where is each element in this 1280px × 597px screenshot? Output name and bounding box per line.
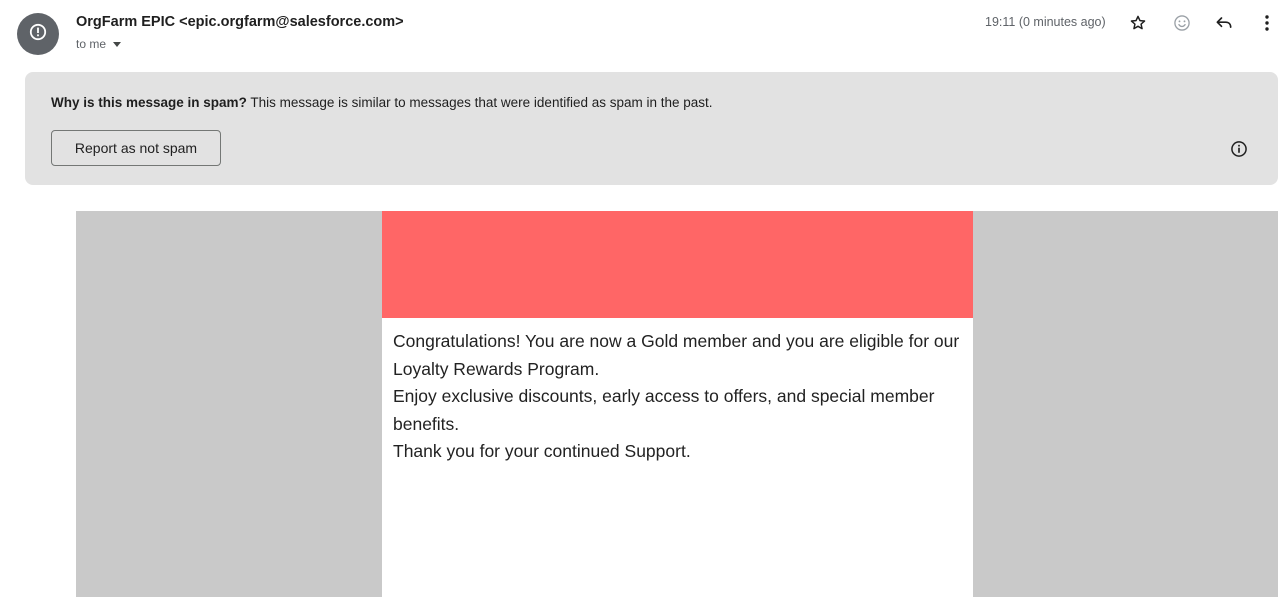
email-content: Congratulations! You are now a Gold memb… bbox=[393, 328, 963, 466]
email-card: Congratulations! You are now a Gold memb… bbox=[382, 211, 973, 597]
reply-icon[interactable] bbox=[1213, 12, 1235, 34]
email-paragraph: Thank you for your continued Support. bbox=[393, 441, 691, 461]
sender-line[interactable]: OrgFarm EPIC <epic.orgfarm@salesforce.co… bbox=[76, 14, 404, 30]
sender-name: OrgFarm EPIC bbox=[76, 14, 176, 30]
info-icon[interactable] bbox=[1228, 138, 1250, 160]
email-paragraph: Enjoy exclusive discounts, early access … bbox=[393, 386, 935, 434]
sender-avatar[interactable] bbox=[17, 13, 59, 55]
email-body: Congratulations! You are now a Gold memb… bbox=[76, 211, 1278, 597]
email-hero-banner bbox=[382, 211, 973, 318]
more-vert-icon[interactable] bbox=[1256, 12, 1278, 34]
email-paragraph: Congratulations! You are now a Gold memb… bbox=[393, 331, 960, 379]
recipient-label: to me bbox=[76, 37, 107, 51]
message-timestamp: 19:11 (0 minutes ago) bbox=[985, 15, 1106, 29]
spam-explanation: This message is similar to messages that… bbox=[250, 95, 713, 110]
emoji-icon[interactable] bbox=[1171, 12, 1193, 34]
spam-reason: Why is this message in spam? This messag… bbox=[51, 95, 713, 110]
spam-warning-banner: Why is this message in spam? This messag… bbox=[25, 72, 1278, 185]
spam-question: Why is this message in spam? bbox=[51, 95, 247, 110]
message-header: OrgFarm EPIC <epic.orgfarm@salesforce.co… bbox=[0, 0, 1280, 64]
star-icon[interactable] bbox=[1127, 12, 1149, 34]
chevron-down-icon bbox=[113, 42, 122, 47]
sender-email: <epic.orgfarm@salesforce.com> bbox=[179, 14, 404, 30]
alert-icon bbox=[29, 23, 47, 46]
report-not-spam-button[interactable]: Report as not spam bbox=[51, 130, 221, 166]
recipient-toggle[interactable]: to me bbox=[76, 37, 122, 51]
